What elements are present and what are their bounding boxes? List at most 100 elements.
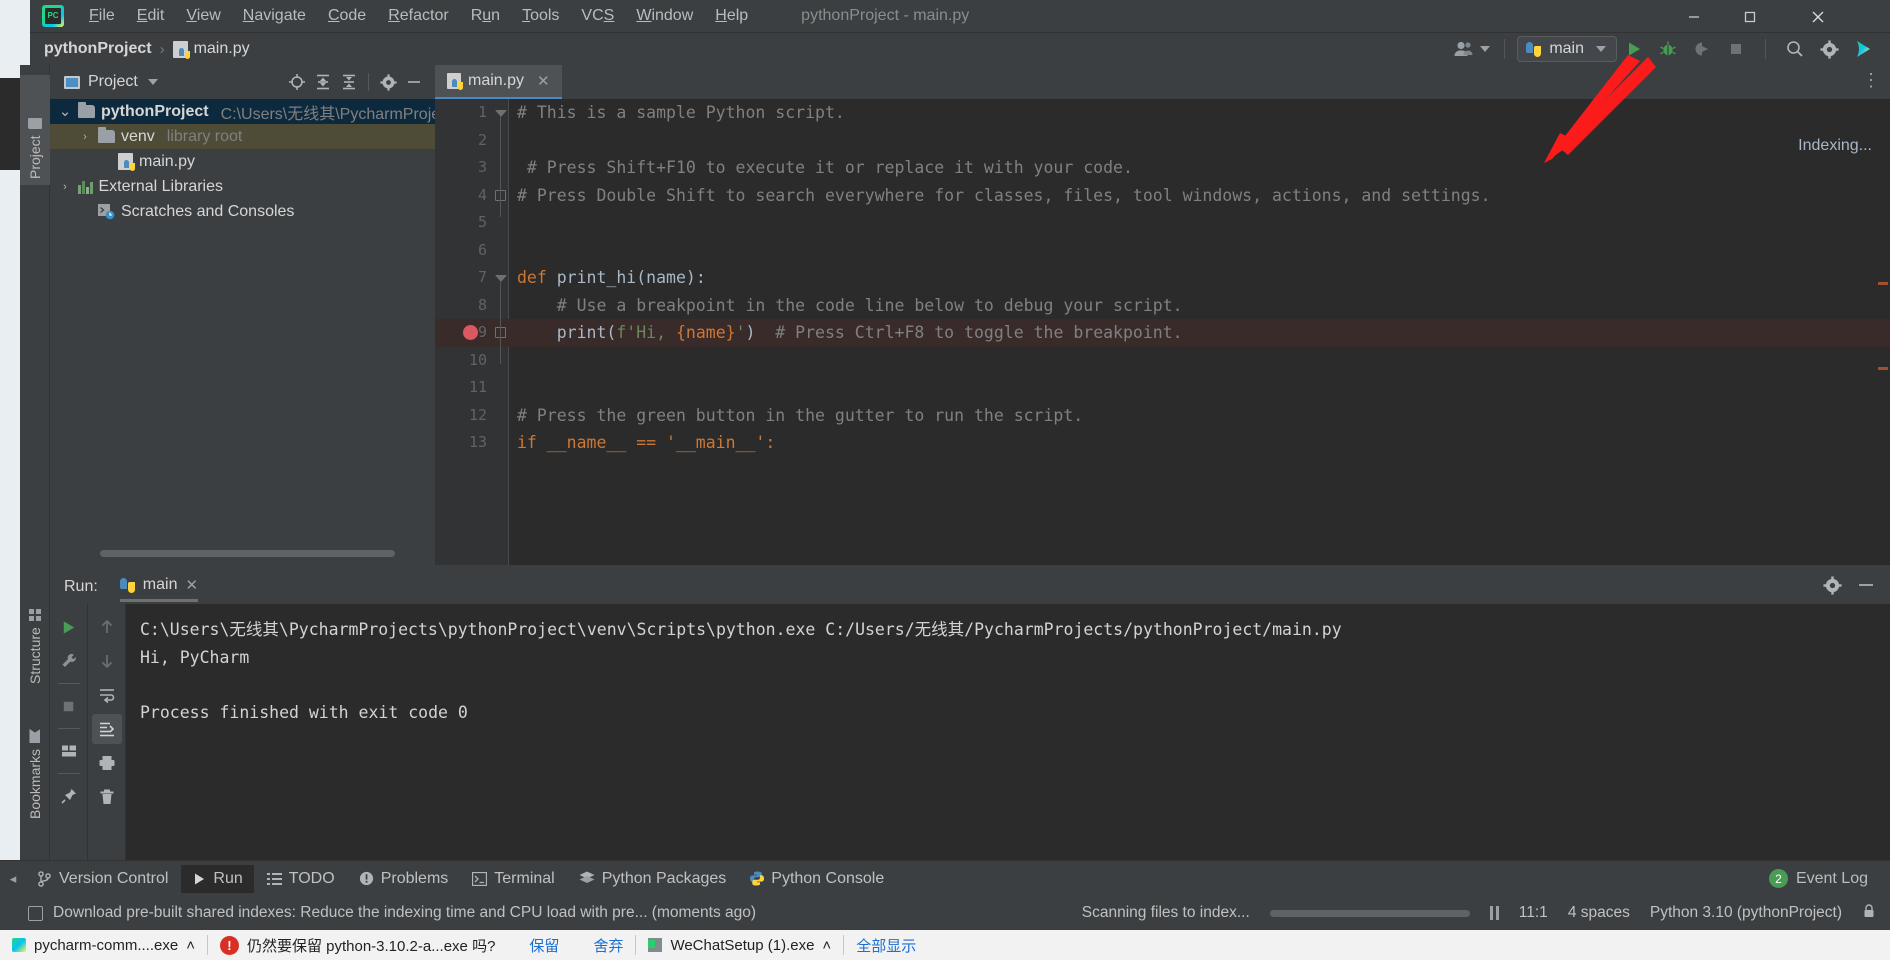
- maximize-button[interactable]: [1722, 0, 1778, 33]
- chevron-right-icon[interactable]: ›: [78, 131, 92, 143]
- caret-position[interactable]: 11:1: [1519, 904, 1548, 922]
- code-line[interactable]: 4 # Press Double Shift to search everywhe…: [435, 182, 1890, 210]
- bottom-tab-terminal[interactable]: Terminal: [461, 865, 565, 893]
- tree-item-main-py[interactable]: main.py: [50, 149, 435, 174]
- layout-icon[interactable]: [54, 736, 84, 766]
- status-message[interactable]: Download pre-built shared indexes: Reduc…: [53, 904, 756, 922]
- fold-expanded-icon[interactable]: [495, 110, 507, 117]
- ai-assistant-icon[interactable]: [1848, 35, 1878, 63]
- close-icon[interactable]: ✕: [537, 72, 550, 90]
- locate-icon[interactable]: [284, 69, 310, 95]
- hide-icon[interactable]: [401, 69, 427, 95]
- breakpoint-marker[interactable]: [463, 325, 478, 340]
- bottom-tab-run[interactable]: Run: [181, 864, 254, 893]
- sidebar-item-bookmarks[interactable]: Bookmarks: [20, 700, 50, 825]
- lock-icon[interactable]: [1862, 903, 1876, 924]
- down-arrow-icon[interactable]: [92, 646, 122, 676]
- code-line[interactable]: 3 # Press Shift+F10 to execute it or rep…: [435, 154, 1890, 182]
- tree-item-external-libraries[interactable]: › External Libraries: [50, 174, 435, 199]
- code-line[interactable]: 7 def print_hi(name):: [435, 264, 1890, 292]
- run-button[interactable]: [1619, 35, 1649, 63]
- bottom-tab-python-console[interactable]: Python Console: [739, 865, 895, 893]
- code-line[interactable]: 5: [435, 209, 1890, 237]
- code-line[interactable]: 8 # Use a breakpoint in the code line be…: [435, 292, 1890, 320]
- more-options-icon[interactable]: ⋮: [1862, 71, 1880, 89]
- code-line[interactable]: 9 print(f'Hi, {name}') # Press Ctrl+F8 t…: [435, 319, 1890, 347]
- chevron-down-icon[interactable]: [147, 79, 158, 85]
- menu-item-edit[interactable]: Edit: [126, 4, 176, 28]
- stop-icon[interactable]: [54, 691, 84, 721]
- code-editor[interactable]: 1 # This is a sample Python script. 2 3 # P…: [435, 99, 1890, 565]
- chevron-down-icon[interactable]: ⌄: [58, 104, 72, 119]
- taskbar-item-wechat[interactable]: WeChatSetup (1).exe ˄: [636, 930, 843, 960]
- menu-item-tools[interactable]: Tools: [511, 4, 570, 28]
- trash-icon[interactable]: [92, 782, 122, 812]
- indent-setting[interactable]: 4 spaces: [1568, 904, 1630, 922]
- search-icon[interactable]: [1780, 35, 1810, 63]
- scroll-to-end-icon[interactable]: [91, 714, 122, 744]
- run-configuration-selector[interactable]: main: [1517, 36, 1617, 62]
- menu-item-window[interactable]: Window: [625, 4, 704, 28]
- up-arrow-icon[interactable]: [92, 612, 122, 642]
- close-icon[interactable]: ✕: [185, 576, 198, 594]
- editor-tab-main-py[interactable]: main.py ✕: [435, 65, 562, 99]
- gear-icon[interactable]: [375, 69, 401, 95]
- close-button[interactable]: [1790, 0, 1846, 33]
- breadcrumb-file[interactable]: main.py: [172, 40, 250, 59]
- print-icon[interactable]: [92, 748, 122, 778]
- keep-link[interactable]: 保留: [529, 935, 559, 956]
- gear-icon[interactable]: [1823, 575, 1842, 600]
- coverage-button[interactable]: [1687, 35, 1717, 63]
- tree-item-venv[interactable]: › venv library root: [50, 124, 435, 149]
- run-tab-main[interactable]: main ✕: [119, 576, 199, 602]
- menu-item-vcs[interactable]: VCS: [570, 4, 625, 28]
- pause-icon[interactable]: [1489, 906, 1499, 920]
- soft-wrap-icon[interactable]: [92, 680, 122, 710]
- people-icon[interactable]: [1452, 35, 1491, 63]
- python-interpreter[interactable]: Python 3.10 (pythonProject): [1650, 904, 1842, 922]
- collapse-icon[interactable]: ◂: [0, 871, 26, 887]
- error-stripe-mark[interactable]: [1878, 282, 1888, 285]
- gear-icon[interactable]: [1814, 35, 1844, 63]
- taskbar-download-alert[interactable]: ! 仍然要保留 python-3.10.2-a...exe 吗? 保留 舍弃: [208, 930, 635, 960]
- code-line[interactable]: 6: [435, 237, 1890, 265]
- debug-button[interactable]: [1653, 35, 1683, 63]
- menu-item-code[interactable]: Code: [317, 4, 377, 28]
- code-line[interactable]: 12 # Press the green button in the gutter…: [435, 402, 1890, 430]
- project-horizontal-scrollbar[interactable]: [100, 550, 395, 557]
- menu-item-help[interactable]: Help: [704, 4, 759, 28]
- notification-icon[interactable]: [28, 905, 43, 921]
- code-line[interactable]: 10: [435, 347, 1890, 375]
- tree-item-pythonproject[interactable]: ⌄ pythonProject C:\Users\无线其\PycharmProjec: [50, 99, 435, 124]
- breadcrumb-project[interactable]: pythonProject: [44, 40, 152, 58]
- run-console-output[interactable]: C:\Users\无线其\PycharmProjects\pythonProje…: [126, 604, 1890, 860]
- stop-button[interactable]: [1721, 35, 1751, 63]
- expand-all-icon[interactable]: [310, 69, 336, 95]
- bottom-tab-todo[interactable]: TODO: [256, 865, 346, 893]
- taskbar-show-all[interactable]: 全部显示: [844, 930, 928, 960]
- hide-icon[interactable]: [1856, 575, 1876, 600]
- code-line[interactable]: 13 if __name__ == '__main__':: [435, 429, 1890, 457]
- menu-item-file[interactable]: File: [78, 4, 126, 28]
- pin-icon[interactable]: [54, 781, 84, 811]
- minimize-button[interactable]: [1666, 0, 1722, 33]
- chevron-up-icon[interactable]: ˄: [822, 937, 831, 954]
- discard-link[interactable]: 舍弃: [593, 935, 623, 956]
- tree-item-scratches-and-consoles[interactable]: Scratches and Consoles: [50, 199, 435, 224]
- menu-item-refactor[interactable]: Refactor: [377, 4, 459, 28]
- chevron-up-icon[interactable]: ˄: [186, 937, 195, 954]
- menu-item-run[interactable]: Run: [460, 4, 511, 28]
- menu-item-navigate[interactable]: Navigate: [232, 4, 317, 28]
- code-line[interactable]: 1 # This is a sample Python script.: [435, 99, 1890, 127]
- error-stripe-mark[interactable]: [1878, 367, 1888, 370]
- rerun-icon[interactable]: [54, 612, 84, 642]
- sidebar-item-project[interactable]: Project: [20, 75, 50, 185]
- bottom-tab-problems[interactable]: Problems: [348, 865, 460, 893]
- code-line[interactable]: 11: [435, 374, 1890, 402]
- chevron-right-icon[interactable]: ›: [58, 181, 72, 193]
- event-log-area[interactable]: 2 Event Log: [1768, 869, 1890, 888]
- fold-expanded-icon[interactable]: [495, 275, 507, 282]
- menu-item-view[interactable]: View: [175, 4, 231, 28]
- code-line[interactable]: 2: [435, 127, 1890, 155]
- collapse-all-icon[interactable]: [336, 69, 362, 95]
